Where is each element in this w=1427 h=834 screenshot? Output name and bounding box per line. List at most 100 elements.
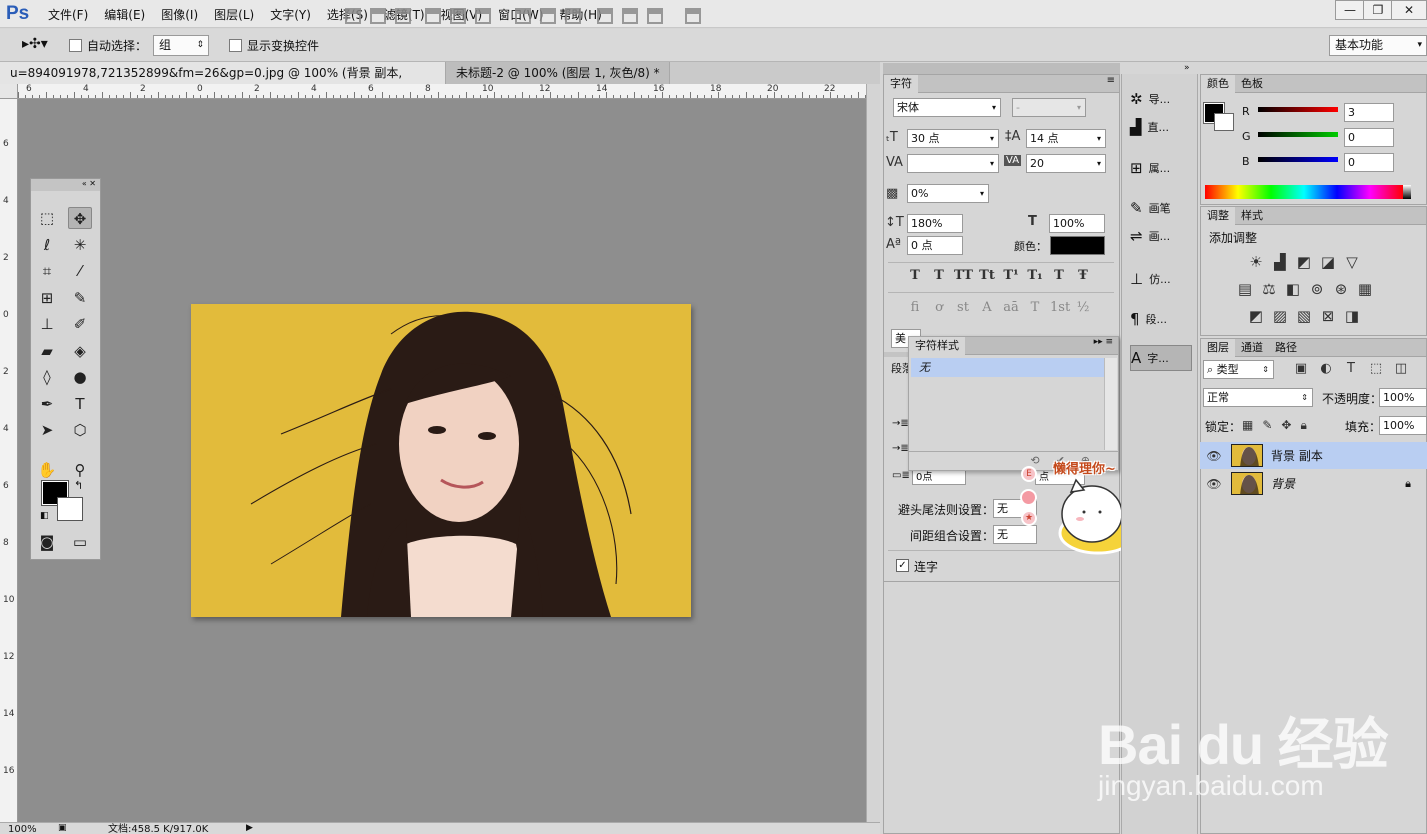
- baseline-shift-field[interactable]: 0 点: [907, 236, 963, 255]
- menu-item[interactable]: 图层(L): [206, 6, 262, 23]
- visibility-eye-icon[interactable]: 👁︎: [1205, 477, 1223, 491]
- red-field[interactable]: 3: [1344, 103, 1394, 122]
- tab-adjustments[interactable]: 调整: [1201, 207, 1235, 225]
- align-icon[interactable]: [597, 8, 613, 24]
- dodge-tool-icon[interactable]: ●: [68, 366, 92, 388]
- zoom-level[interactable]: 100%: [8, 824, 37, 834]
- align-icon[interactable]: [395, 8, 411, 24]
- gradient-map-icon[interactable]: ◨: [1343, 307, 1361, 325]
- screen-mode-icon[interactable]: ▭: [68, 531, 92, 553]
- eraser-tool-icon[interactable]: ▰: [35, 340, 59, 362]
- default-colors-icon[interactable]: ◧: [40, 511, 49, 521]
- tab-swatches[interactable]: 色板: [1235, 75, 1269, 93]
- hue-sat-icon[interactable]: ▤: [1236, 280, 1254, 298]
- lasso-tool-icon[interactable]: ℓ: [35, 234, 59, 256]
- text-style-button[interactable]: TT: [954, 268, 973, 283]
- show-transform-checkbox[interactable]: [229, 39, 242, 52]
- align-icon[interactable]: [685, 8, 701, 24]
- panel-menu-icon[interactable]: ≡: [1107, 75, 1119, 92]
- zoom-tool-icon[interactable]: ⚲: [68, 459, 92, 481]
- quick-mask-icon[interactable]: ◙: [35, 531, 59, 553]
- filter-type-icon[interactable]: T: [1343, 361, 1359, 376]
- history-brush-icon[interactable]: ✐: [68, 313, 92, 335]
- type-tool-icon[interactable]: T: [68, 393, 92, 415]
- dock-item[interactable]: ▟ 直...: [1130, 114, 1192, 140]
- blue-field[interactable]: 0: [1344, 153, 1394, 172]
- dock-item[interactable]: ¶ 段...: [1130, 306, 1192, 332]
- text-style-button[interactable]: Tt: [978, 268, 996, 283]
- layer-row-background-copy[interactable]: 👁︎ 背景 副本: [1200, 442, 1427, 469]
- doc-tab-active[interactable]: u=894091978,721352899&fm=26&gp=0.jpg @ 1…: [0, 62, 446, 102]
- hyphenate-checkbox[interactable]: ✓: [896, 559, 909, 572]
- tab-character-styles[interactable]: 字符样式: [909, 337, 965, 355]
- blur-tool-icon[interactable]: ◊: [35, 366, 59, 388]
- color-lookup-icon[interactable]: ▦: [1356, 280, 1374, 298]
- align-icon[interactable]: [565, 8, 581, 24]
- paint-bucket-icon[interactable]: ◈: [68, 340, 92, 362]
- vertical-scrollbar[interactable]: [866, 84, 880, 822]
- red-slider[interactable]: [1258, 107, 1338, 112]
- visibility-eye-icon[interactable]: 👁︎: [1205, 449, 1223, 463]
- tab-color[interactable]: 颜色: [1201, 75, 1235, 93]
- kerning-field[interactable]: ▾: [907, 154, 999, 173]
- posterize-icon[interactable]: ▨: [1271, 307, 1289, 325]
- layer-row-background[interactable]: 👁︎ 背景 🔒︎: [1200, 470, 1427, 497]
- fill-field[interactable]: 100%: [1379, 416, 1427, 435]
- document-image[interactable]: [191, 304, 691, 617]
- dock-item[interactable]: A 字...: [1130, 345, 1192, 371]
- swap-colors-icon[interactable]: ↰: [74, 479, 83, 492]
- close-window-button[interactable]: ✕: [1391, 0, 1427, 20]
- layer-name[interactable]: 背景: [1271, 475, 1295, 492]
- horizontal-ruler[interactable]: 6 4 2 0 2 4 6 8 10 12 14 16 18 20 22: [18, 84, 866, 99]
- restore-button[interactable]: ❐: [1363, 0, 1393, 20]
- pen-tool-icon[interactable]: ✒: [35, 393, 59, 415]
- threshold-icon[interactable]: ▧: [1295, 307, 1313, 325]
- photo-filter-icon[interactable]: ⊚: [1308, 280, 1326, 298]
- tab-styles[interactable]: 样式: [1235, 207, 1269, 225]
- filter-shape-icon[interactable]: ⬚: [1368, 361, 1384, 376]
- opentype-button[interactable]: ơ: [930, 300, 948, 315]
- status-menu-icon[interactable]: ▣: [58, 823, 67, 834]
- background-color-swatch[interactable]: [57, 497, 83, 521]
- tab-channels[interactable]: 通道: [1235, 339, 1269, 357]
- move-tool-preset-icon[interactable]: ▸✣▾: [22, 36, 48, 52]
- invert-icon[interactable]: ◩: [1247, 307, 1265, 325]
- dock-item[interactable]: ⇌ 画...: [1130, 223, 1192, 249]
- dock-item[interactable]: ✲ 导...: [1130, 86, 1192, 112]
- menu-item[interactable]: 文件(F): [40, 6, 96, 23]
- path-select-icon[interactable]: ➤: [35, 419, 59, 441]
- dock-item[interactable]: ⊞ 属...: [1130, 155, 1192, 181]
- opentype-button[interactable]: aā: [1002, 300, 1020, 315]
- blend-mode-select[interactable]: 正常 ⇕: [1203, 388, 1313, 407]
- marquee-tool-icon[interactable]: ⬚: [35, 207, 59, 229]
- workspace-dropdown[interactable]: 基本功能 ▾: [1329, 35, 1427, 56]
- brush-tool-icon[interactable]: ✎: [68, 287, 92, 309]
- dock-item[interactable]: ⊥ 仿...: [1130, 266, 1192, 292]
- shape-tool-icon[interactable]: ⬡: [68, 419, 92, 441]
- align-icon[interactable]: [370, 8, 386, 24]
- font-style-select[interactable]: - ▾: [1012, 98, 1086, 117]
- selective-color-icon[interactable]: ⊠: [1319, 307, 1337, 325]
- text-style-button[interactable]: T: [930, 268, 948, 283]
- exposure-icon[interactable]: ◪: [1319, 253, 1337, 271]
- auto-select-checkbox[interactable]: [69, 39, 82, 52]
- vertical-scale-field[interactable]: 180%: [907, 214, 963, 233]
- menu-item[interactable]: 编辑(E): [96, 6, 153, 23]
- align-icon[interactable]: [515, 8, 531, 24]
- bw-icon[interactable]: ◧: [1284, 280, 1302, 298]
- eyedropper-tool-icon[interactable]: ⁄: [68, 260, 92, 282]
- levels-icon[interactable]: ▟: [1271, 253, 1289, 271]
- text-style-button[interactable]: T: [1050, 268, 1068, 283]
- green-field[interactable]: 0: [1344, 128, 1394, 147]
- doc-tab-untitled[interactable]: 未标题-2 @ 100% (图层 1, 灰色/8) * ×: [446, 62, 670, 102]
- crop-tool-icon[interactable]: ⌗: [35, 260, 59, 282]
- opentype-button[interactable]: ½: [1074, 300, 1092, 315]
- blue-slider[interactable]: [1258, 157, 1338, 162]
- align-icon[interactable]: [622, 8, 638, 24]
- panel-collapse-bar[interactable]: [883, 63, 1120, 74]
- text-style-button[interactable]: T¹: [1002, 268, 1020, 283]
- align-icon[interactable]: [540, 8, 556, 24]
- layer-filter-select[interactable]: ⌕ 类型 ⇕: [1203, 360, 1274, 379]
- color-bg-swatch[interactable]: [1214, 113, 1234, 131]
- filter-smart-icon[interactable]: ◫: [1393, 361, 1409, 376]
